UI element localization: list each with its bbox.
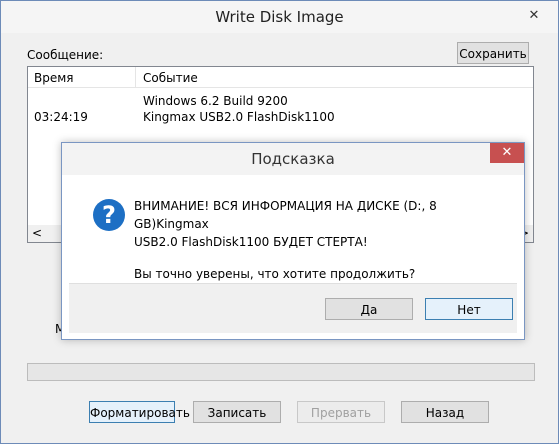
format-button[interactable]: Форматировать	[89, 401, 190, 423]
warning-line-2: USB2.0 FlashDisk1100 БУДЕТ СТЕРТА!	[134, 235, 368, 249]
dialog-footer: Да Нет	[69, 283, 517, 333]
yes-button[interactable]: Да	[325, 298, 413, 320]
back-button[interactable]: Назад	[401, 401, 489, 423]
confirm-question: Вы точно уверены, что хотите продолжить?	[134, 267, 416, 281]
dialog-title: Подсказка	[251, 150, 335, 168]
save-log-button[interactable]: Сохранить	[457, 42, 529, 64]
window-close-icon[interactable]: ✕	[522, 7, 546, 25]
log-label: Сообщение:	[27, 48, 104, 62]
scroll-left-icon[interactable]: <	[32, 226, 42, 240]
dialog-body: ? ВНИМАНИЕ! ВСЯ ИНФОРМАЦИЯ НА ДИСКЕ (D:,…	[69, 175, 517, 283]
column-event-header[interactable]: Событие	[143, 71, 198, 85]
no-button[interactable]: Нет	[425, 298, 513, 320]
log-header: Время Событие	[28, 67, 533, 88]
progress-bar	[27, 363, 535, 381]
log-row-event: Kingmax USB2.0 FlashDisk1100	[143, 110, 335, 124]
log-row-time: 03:24:19	[34, 110, 88, 124]
dialog-title-bar: Подсказка ✕	[62, 143, 524, 175]
confirm-dialog: Подсказка ✕ ? ВНИМАНИЕ! ВСЯ ИНФОРМАЦИЯ Н…	[61, 142, 525, 340]
column-separator[interactable]	[135, 67, 136, 87]
dialog-message: ВНИМАНИЕ! ВСЯ ИНФОРМАЦИЯ НА ДИСКЕ (D:, 8…	[134, 197, 504, 283]
column-time-header[interactable]: Время	[34, 71, 74, 85]
question-icon: ?	[93, 199, 125, 231]
write-button[interactable]: Записать	[193, 401, 281, 423]
abort-button[interactable]: Прервать	[297, 401, 385, 423]
window-title: Write Disk Image	[215, 8, 344, 26]
title-bar: Write Disk Image ✕	[1, 1, 558, 33]
dialog-close-icon[interactable]: ✕	[490, 143, 524, 163]
log-row-event: Windows 6.2 Build 9200	[143, 94, 288, 108]
warning-line-1: ВНИМАНИЕ! ВСЯ ИНФОРМАЦИЯ НА ДИСКЕ (D:, 8…	[134, 199, 437, 231]
